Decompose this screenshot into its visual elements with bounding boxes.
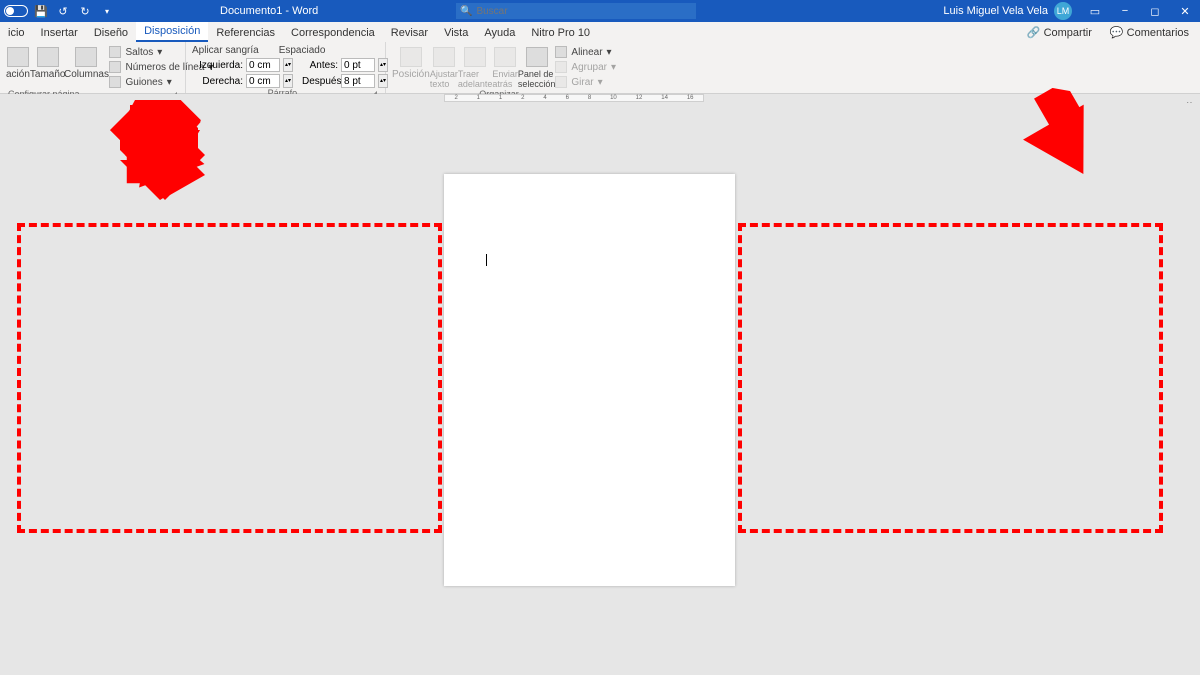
- tab-nitro[interactable]: Nitro Pro 10: [523, 24, 598, 42]
- spinner-icon[interactable]: ▴▾: [283, 74, 293, 88]
- spacing-header: Espaciado: [279, 45, 326, 56]
- group-paragraph: Aplicar sangría Espaciado Izquierda:▴▾ A…: [186, 42, 386, 93]
- undo-icon[interactable]: ↺: [54, 2, 72, 20]
- redo-icon[interactable]: ↻: [76, 2, 94, 20]
- tab-revisar[interactable]: Revisar: [383, 24, 436, 42]
- size-button[interactable]: Tamaño: [30, 45, 66, 89]
- search-input[interactable]: [476, 6, 692, 17]
- group-button: Agrupar ▾: [555, 60, 616, 74]
- annotation-arrow-left-shape: [118, 108, 218, 208]
- comments-button[interactable]: 💬 Comentarios: [1105, 24, 1194, 41]
- hyphenation-icon: [109, 76, 121, 88]
- share-button[interactable]: 🔗 Compartir: [1022, 24, 1097, 41]
- tab-ayuda[interactable]: Ayuda: [476, 24, 523, 42]
- document-title: Documento1 - Word: [220, 5, 318, 17]
- ribbon-options-icon[interactable]: ▭: [1080, 0, 1110, 22]
- send-backward-button: Enviar atrás: [492, 45, 518, 89]
- username-label: Luis Miguel Vela Vela: [943, 5, 1054, 17]
- annotation-arrow-right: [1002, 82, 1118, 198]
- title-right: Luis Miguel Vela Vela LM ▭ − ◻ ✕: [943, 0, 1200, 22]
- backward-icon: [494, 47, 516, 67]
- maximize-icon[interactable]: ◻: [1140, 0, 1170, 22]
- annotation-box-left: [17, 223, 442, 533]
- selection-pane-icon: [526, 47, 548, 67]
- horizontal-ruler[interactable]: 211246810121416: [444, 94, 704, 102]
- group-page-setup: ación Tamaño Columnas Saltos ▾ Números d…: [0, 42, 186, 93]
- text-cursor: [486, 254, 487, 266]
- selection-pane-button[interactable]: Panel de selección: [518, 45, 556, 89]
- rotate-button: Girar ▾: [555, 75, 616, 89]
- title-bar: 💾 ↺ ↻ ▾ Documento1 - Word 🔍 Luis Miguel …: [0, 0, 1200, 22]
- columns-button[interactable]: Columnas: [65, 45, 107, 89]
- close-icon[interactable]: ✕: [1170, 0, 1200, 22]
- tab-disposicion[interactable]: Disposición: [136, 22, 208, 42]
- indent-left[interactable]: Izquierda:▴▾: [192, 58, 293, 72]
- tab-correspondencia[interactable]: Correspondencia: [283, 24, 383, 42]
- indent-right[interactable]: Derecha:▴▾: [192, 74, 293, 88]
- document-page[interactable]: [444, 174, 735, 586]
- position-button: Posición: [392, 45, 430, 89]
- indent-header: Aplicar sangría: [192, 45, 259, 56]
- qat-dropdown-icon[interactable]: ▾: [98, 2, 116, 20]
- breaks-icon: [109, 46, 121, 58]
- spacing-after[interactable]: Después:▴▾: [299, 74, 388, 88]
- tab-diseno[interactable]: Diseño: [86, 24, 136, 42]
- autosave-toggle[interactable]: [4, 5, 28, 17]
- size-icon: [37, 47, 59, 67]
- rotate-icon: [555, 76, 567, 88]
- spacing-before[interactable]: Antes:▴▾: [299, 58, 388, 72]
- ribbon-tabs: icio Insertar Diseño Disposición Referen…: [0, 22, 1200, 42]
- qat: 💾 ↺ ↻ ▾: [0, 2, 116, 20]
- align-icon: [555, 46, 567, 58]
- save-icon[interactable]: 💾: [32, 2, 50, 20]
- orientation-button[interactable]: ación: [6, 45, 30, 89]
- tab-referencias[interactable]: Referencias: [208, 24, 283, 42]
- group-arrange: Posición Ajustar texto Traer adelante En…: [386, 42, 612, 93]
- wrap-icon: [433, 47, 455, 67]
- avatar[interactable]: LM: [1054, 2, 1072, 20]
- group-icon: [555, 61, 567, 73]
- align-button[interactable]: Alinear ▾: [555, 45, 616, 59]
- spinner-icon[interactable]: ▴▾: [283, 58, 293, 72]
- tab-inicio[interactable]: icio: [0, 24, 33, 42]
- position-icon: [400, 47, 422, 67]
- columns-icon: [75, 47, 97, 67]
- minimize-icon[interactable]: −: [1110, 0, 1140, 22]
- bring-forward-button: Traer adelante: [458, 45, 493, 89]
- search-icon: 🔍: [460, 6, 472, 17]
- forward-icon: [464, 47, 486, 67]
- annotation-box-right: [738, 223, 1163, 533]
- tab-vista[interactable]: Vista: [436, 24, 476, 42]
- wrap-text-button: Ajustar texto: [430, 45, 458, 89]
- tab-insertar[interactable]: Insertar: [33, 24, 86, 42]
- line-numbers-icon: [109, 61, 121, 73]
- search-box[interactable]: 🔍: [456, 3, 696, 19]
- orientation-icon: [7, 47, 29, 67]
